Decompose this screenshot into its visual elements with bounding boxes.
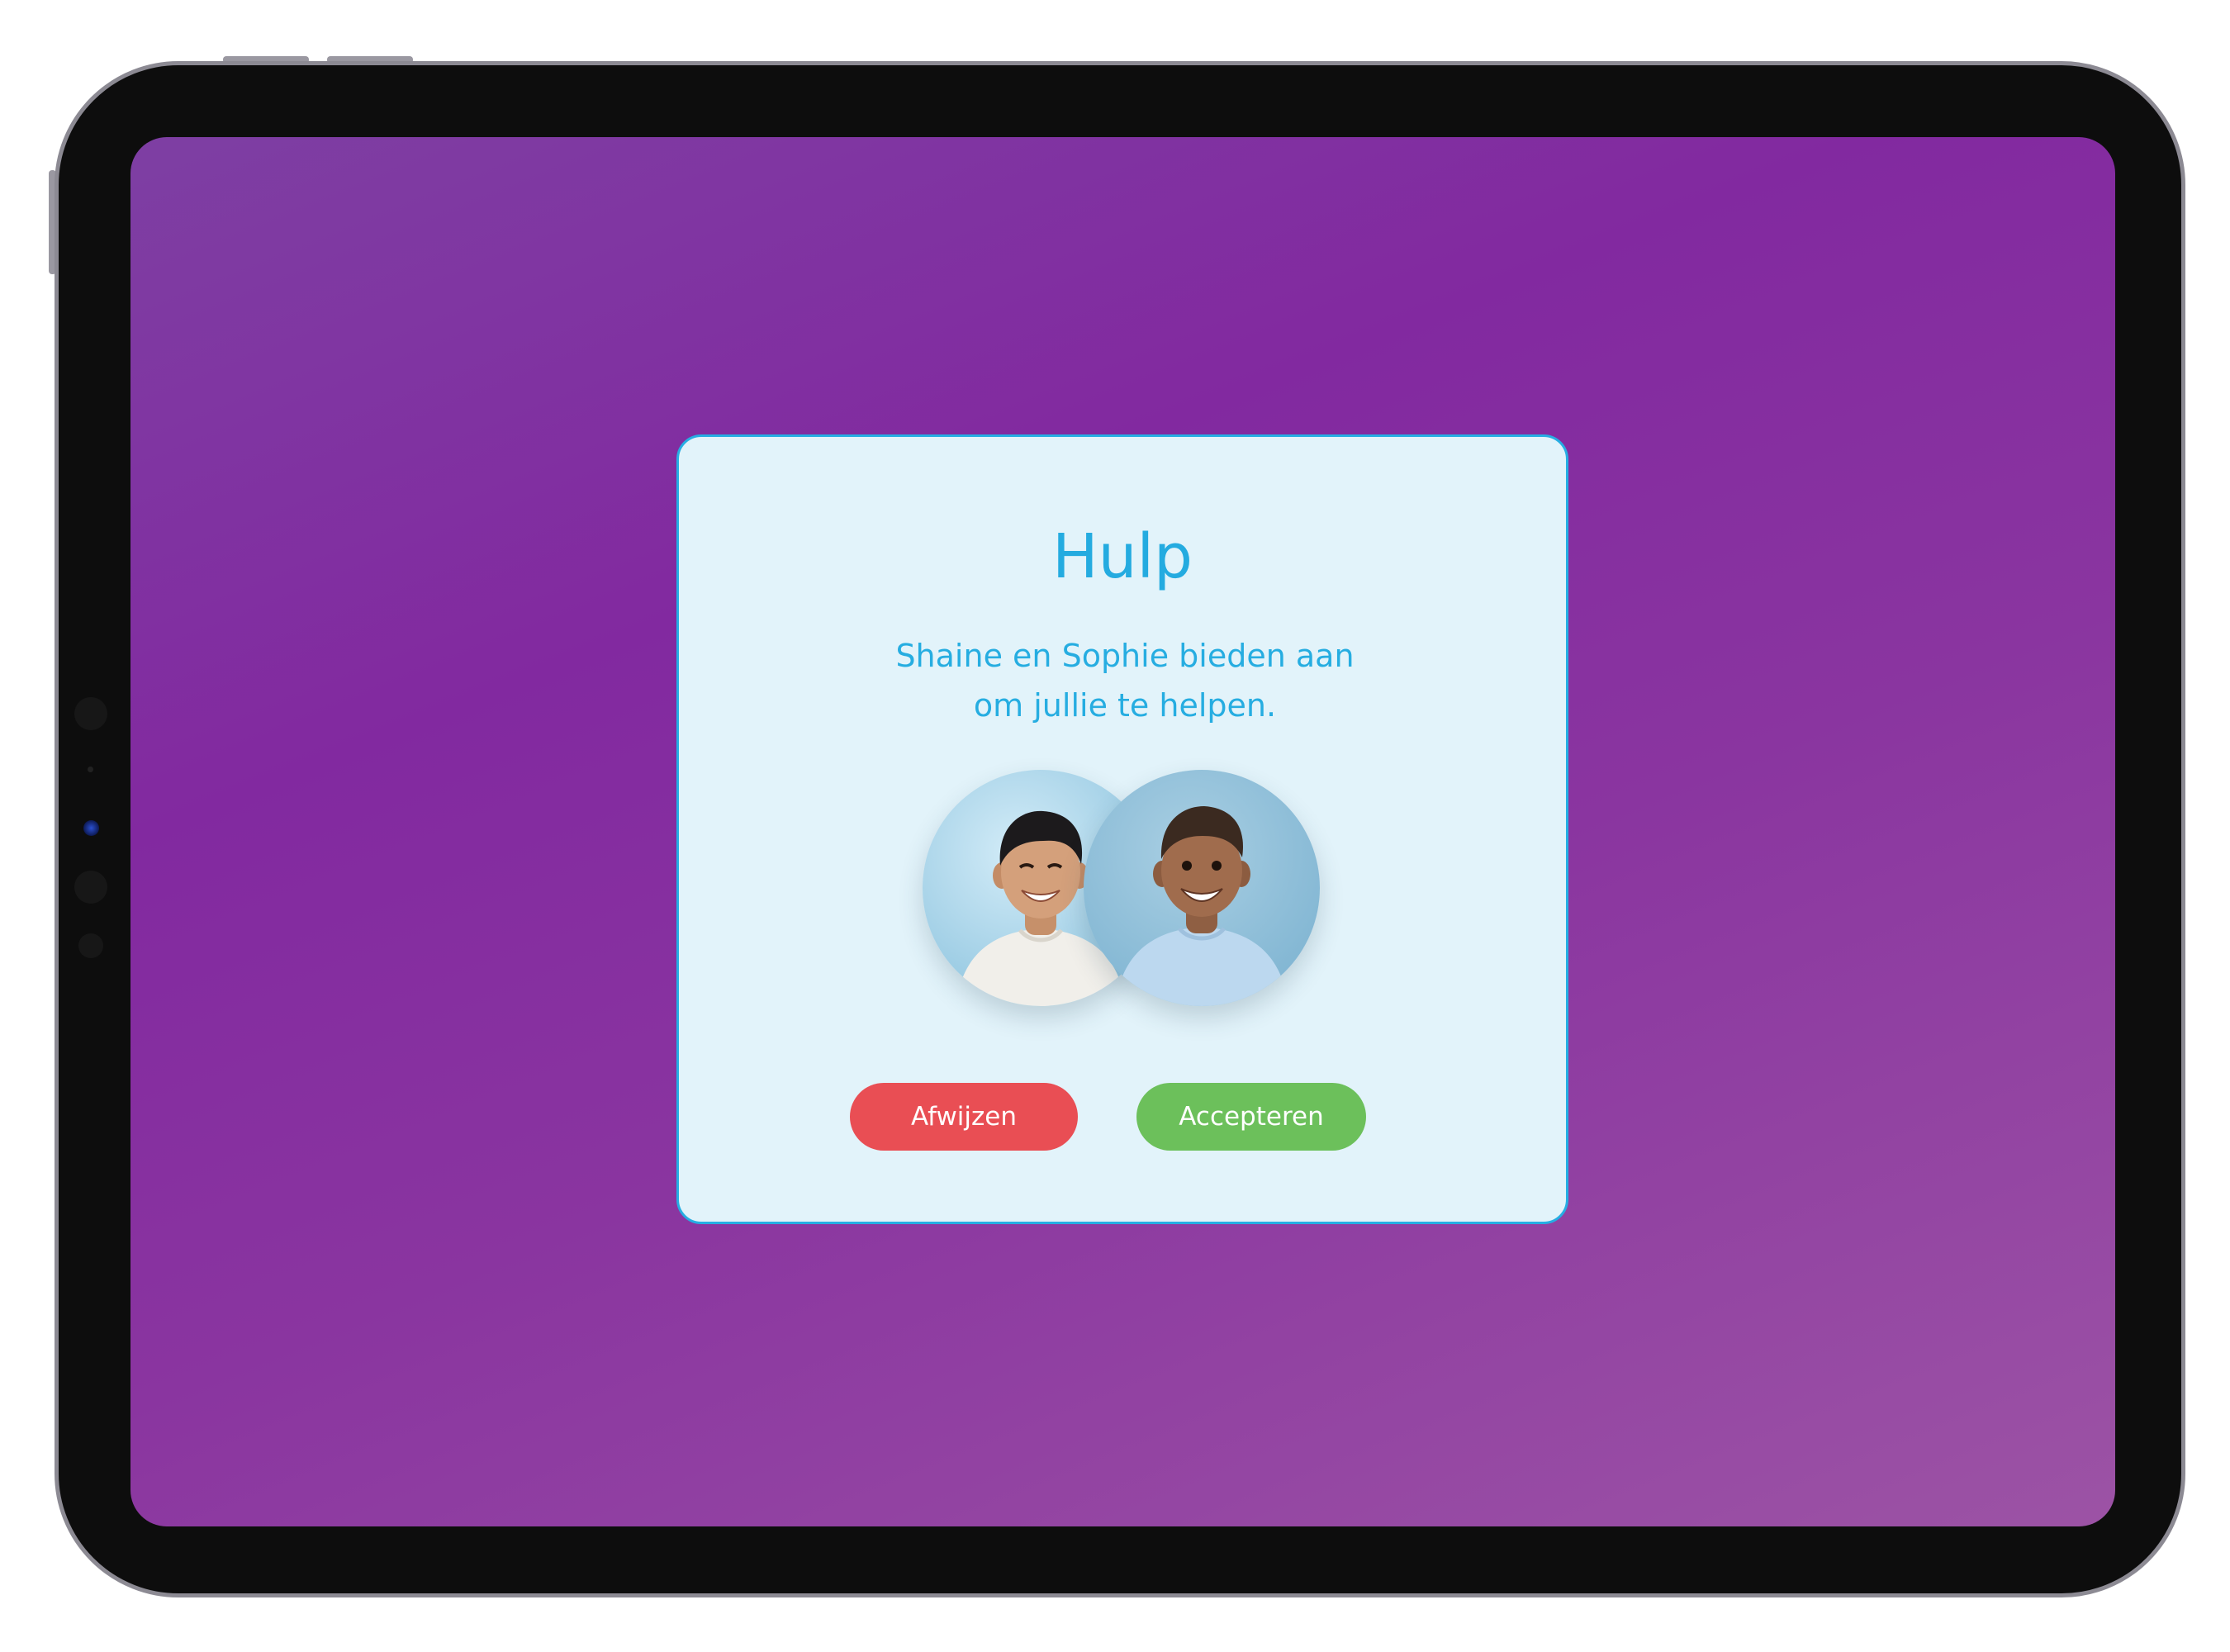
avatar <box>1084 770 1320 1006</box>
child-photo-icon <box>1084 770 1320 1006</box>
accept-button[interactable]: Accepteren <box>1136 1083 1366 1151</box>
dialog-message: Shaine en Sophie bieden aan om jullie te… <box>836 631 1414 730</box>
front-camera-lens <box>83 820 99 836</box>
tablet-screen: Hulp Shaine en Sophie bieden aan om jull… <box>130 137 2115 1526</box>
dialog-message-line-1: Shaine en Sophie bieden aan <box>895 638 1355 674</box>
light-sensor <box>88 767 93 772</box>
dialog-title: Hulp <box>1051 521 1193 592</box>
camera-sensor <box>74 697 107 730</box>
helper-avatars <box>923 770 1320 1009</box>
help-dialog: Hulp Shaine en Sophie bieden aan om jull… <box>676 434 1568 1224</box>
dialog-message-line-2: om jullie te helpen. <box>973 687 1277 724</box>
camera-sensor <box>74 871 107 904</box>
camera-sensor <box>78 933 103 958</box>
decline-button[interactable]: Afwijzen <box>850 1083 1078 1151</box>
